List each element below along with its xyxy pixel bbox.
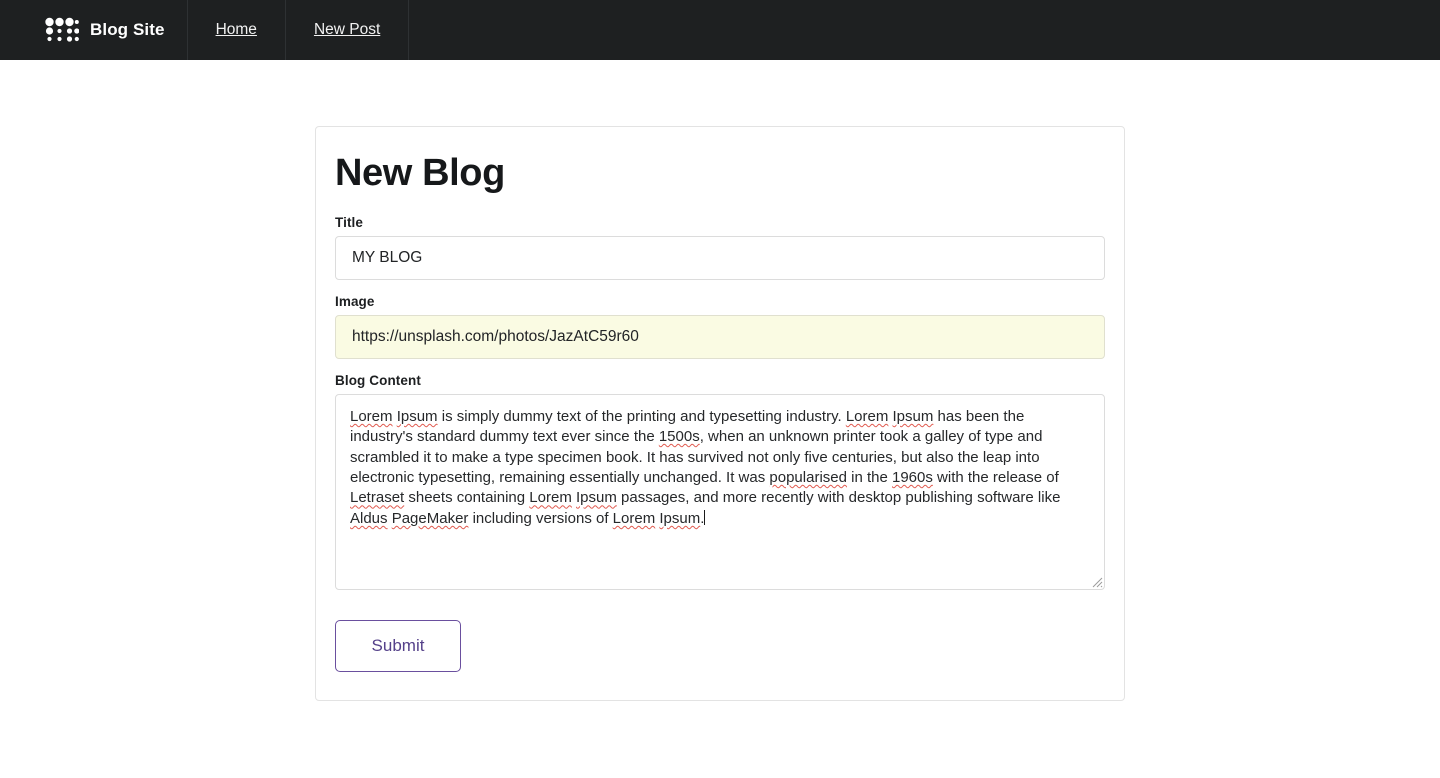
image-label: Image — [335, 293, 375, 309]
submit-button[interactable]: Submit — [335, 619, 461, 672]
title-label: Title — [335, 214, 364, 230]
nav-link-new-post[interactable]: New Post — [286, 0, 410, 60]
text-caret — [704, 509, 706, 525]
content-text: in the — [846, 469, 892, 487]
misspelled-word: 1500s — [658, 428, 700, 446]
page-body: New Blog Title Image Blog Content Lorem … — [0, 60, 1440, 701]
misspelled-word: Lorem — [529, 489, 572, 507]
misspelled-word: Lorem — [350, 407, 393, 425]
title-input[interactable] — [335, 235, 1105, 280]
page-title: New Blog — [335, 152, 505, 194]
content-text: passages, and more recently with desktop… — [616, 489, 1064, 507]
content-text: sheets containing — [404, 489, 530, 507]
nav-link-home[interactable]: Home — [188, 0, 286, 60]
field-title: Title — [335, 215, 1105, 280]
content-text: including versions of — [468, 509, 613, 527]
misspelled-word: Ipsum — [892, 407, 934, 425]
misspelled-word: Aldus — [350, 509, 388, 527]
brand-label: Blog Site — [90, 20, 165, 39]
misspelled-word: Lorem — [612, 509, 656, 527]
misspelled-word: 1960s — [892, 469, 933, 487]
misspelled-word: Letraset — [350, 489, 405, 507]
blog-content-wrapper: Lorem Ipsum is simply dummy text of the … — [335, 393, 1105, 590]
misspelled-word: popularised — [769, 469, 847, 487]
dot-grid-icon — [45, 17, 79, 43]
misspelled-word: Lorem — [845, 407, 889, 425]
content-text: with the release of — [932, 469, 1063, 487]
blog-content-textarea[interactable]: Lorem Ipsum is simply dummy text of the … — [335, 393, 1105, 590]
misspelled-word: Ipsum — [396, 407, 438, 425]
misspelled-word: Ipsum — [576, 489, 617, 507]
brand-link[interactable]: Blog Site — [0, 0, 188, 60]
misspelled-word: Ipsum — [659, 509, 701, 527]
field-image: Image — [335, 294, 1105, 359]
top-navbar: Blog Site Home New Post — [0, 0, 1440, 60]
blog-content-label: Blog Content — [335, 372, 421, 388]
image-url-input[interactable] — [335, 314, 1105, 359]
content-text: is simply dummy text of the printing and… — [437, 407, 846, 425]
new-blog-card: New Blog Title Image Blog Content Lorem … — [315, 126, 1125, 701]
field-blog-content: Blog Content Lorem Ipsum is simply dummy… — [335, 373, 1105, 590]
misspelled-word: PageMaker — [391, 509, 469, 527]
textarea-resize-handle[interactable] — [1089, 574, 1103, 588]
